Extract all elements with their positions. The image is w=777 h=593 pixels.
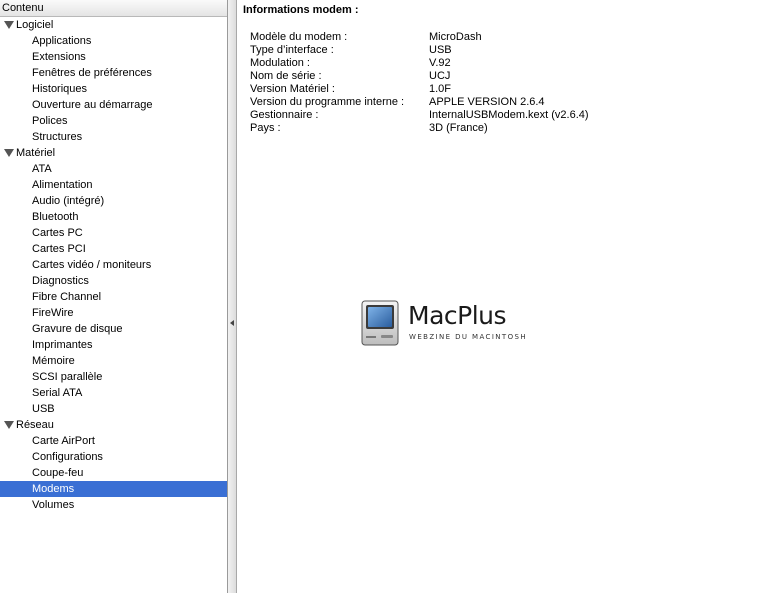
split-view-divider[interactable] [228, 0, 237, 593]
info-row: Gestionnaire : InternalUSBModem.kext (v2.… [250, 109, 589, 122]
tree-item-pc-cards[interactable]: Cartes PC [0, 225, 227, 241]
info-value: UCJ [429, 70, 451, 82]
contents-sidebar: Contenu Logiciel Applications Extensions… [0, 0, 228, 593]
tree-item-fonts[interactable]: Polices [0, 113, 227, 129]
tree-item-audio[interactable]: Audio (intégré) [0, 193, 227, 209]
tree-item-extensions[interactable]: Extensions [0, 49, 227, 65]
tree-item-usb[interactable]: USB [0, 401, 227, 417]
info-label: Modèle du modem : [250, 31, 348, 43]
info-row: Modulation : V.92 [250, 57, 589, 70]
tree-item-locations[interactable]: Configurations [0, 449, 227, 465]
info-label: Type d’interface : [250, 44, 334, 56]
info-value: 1.0F [429, 83, 452, 95]
macplus-watermark-logo: MacPlus WEBZINE DU MACINTOSH [361, 300, 533, 346]
tree-item-preference-panes[interactable]: Fenêtres de préférences [0, 65, 227, 81]
tree-group-label: Matériel [16, 147, 56, 159]
info-row: Pays : 3D (France) [250, 122, 589, 135]
disclosure-triangle-icon[interactable] [4, 149, 14, 157]
tree-item-parallel-scsi[interactable]: SCSI parallèle [0, 369, 227, 385]
tree-item-memory[interactable]: Mémoire [0, 353, 227, 369]
info-value: MicroDash [429, 31, 482, 43]
tree-item-graphics-displays[interactable]: Cartes vidéo / moniteurs [0, 257, 227, 273]
info-value: APPLE VERSION 2.6.4 [429, 96, 545, 108]
tree-item-fibre-channel[interactable]: Fibre Channel [0, 289, 227, 305]
tree-group-reseau[interactable]: Réseau [0, 417, 227, 433]
info-label: Version du programme interne : [250, 96, 405, 108]
tree-group-materiel[interactable]: Matériel [0, 145, 227, 161]
tree-item-startup-items[interactable]: Ouverture au démarrage [0, 97, 227, 113]
info-label: Modulation : [250, 57, 310, 69]
tree-item-firewire[interactable]: FireWire [0, 305, 227, 321]
sidebar-column-header[interactable]: Contenu [0, 0, 227, 17]
tree-item-bluetooth[interactable]: Bluetooth [0, 209, 227, 225]
tree-item-printers[interactable]: Imprimantes [0, 337, 227, 353]
tree-group-label: Logiciel [16, 19, 54, 31]
info-row: Nom de série : UCJ [250, 70, 589, 83]
tree-item-serial-ata[interactable]: Serial ATA [0, 385, 227, 401]
tree-item-power[interactable]: Alimentation [0, 177, 227, 193]
watermark-wordmark: MacPlus [408, 301, 507, 330]
info-row: Version Matériel : 1.0F [250, 83, 589, 96]
tree-item-frameworks[interactable]: Structures [0, 129, 227, 145]
detail-title: Informations modem : [243, 4, 359, 16]
tree-item-logs[interactable]: Historiques [0, 81, 227, 97]
tree-item-firewall[interactable]: Coupe-feu [0, 465, 227, 481]
classic-mac-icon [361, 300, 399, 346]
info-row: Version du programme interne : APPLE VERS… [250, 96, 589, 109]
info-value: V.92 [429, 57, 451, 69]
info-value: InternalUSBModem.kext (v2.6.4) [429, 109, 589, 121]
info-label: Version Matériel : [250, 83, 335, 95]
tree-item-volumes[interactable]: Volumes [0, 497, 227, 513]
info-label: Nom de série : [250, 70, 322, 82]
tree-item-ata[interactable]: ATA [0, 161, 227, 177]
tree-item-airport-card[interactable]: Carte AirPort [0, 433, 227, 449]
info-value: 3D (France) [429, 122, 488, 134]
tree-item-diagnostics[interactable]: Diagnostics [0, 273, 227, 289]
info-row: Type d’interface : USB [250, 44, 589, 57]
tree-group-label: Réseau [16, 419, 54, 431]
modem-info-table: Modèle du modem : MicroDash Type d’interf… [250, 31, 589, 135]
system-profiler-window: Contenu Logiciel Applications Extensions… [0, 0, 777, 593]
tree-item-applications[interactable]: Applications [0, 33, 227, 49]
disclosure-triangle-icon[interactable] [4, 21, 14, 29]
info-label: Pays : [250, 122, 281, 134]
tree-item-pci-cards[interactable]: Cartes PCI [0, 241, 227, 257]
collapse-arrow-icon[interactable] [230, 320, 234, 326]
detail-pane: Informations modem : Modèle du modem : Mi… [238, 0, 777, 593]
watermark-tagline: WEBZINE DU MACINTOSH [409, 333, 528, 341]
info-value: USB [429, 44, 452, 56]
tree-item-disc-burning[interactable]: Gravure de disque [0, 321, 227, 337]
tree-item-modems[interactable]: Modems [0, 481, 227, 497]
info-label: Gestionnaire : [250, 109, 319, 121]
info-row: Modèle du modem : MicroDash [250, 31, 589, 44]
disclosure-triangle-icon[interactable] [4, 421, 14, 429]
tree-group-logiciel[interactable]: Logiciel [0, 17, 227, 33]
